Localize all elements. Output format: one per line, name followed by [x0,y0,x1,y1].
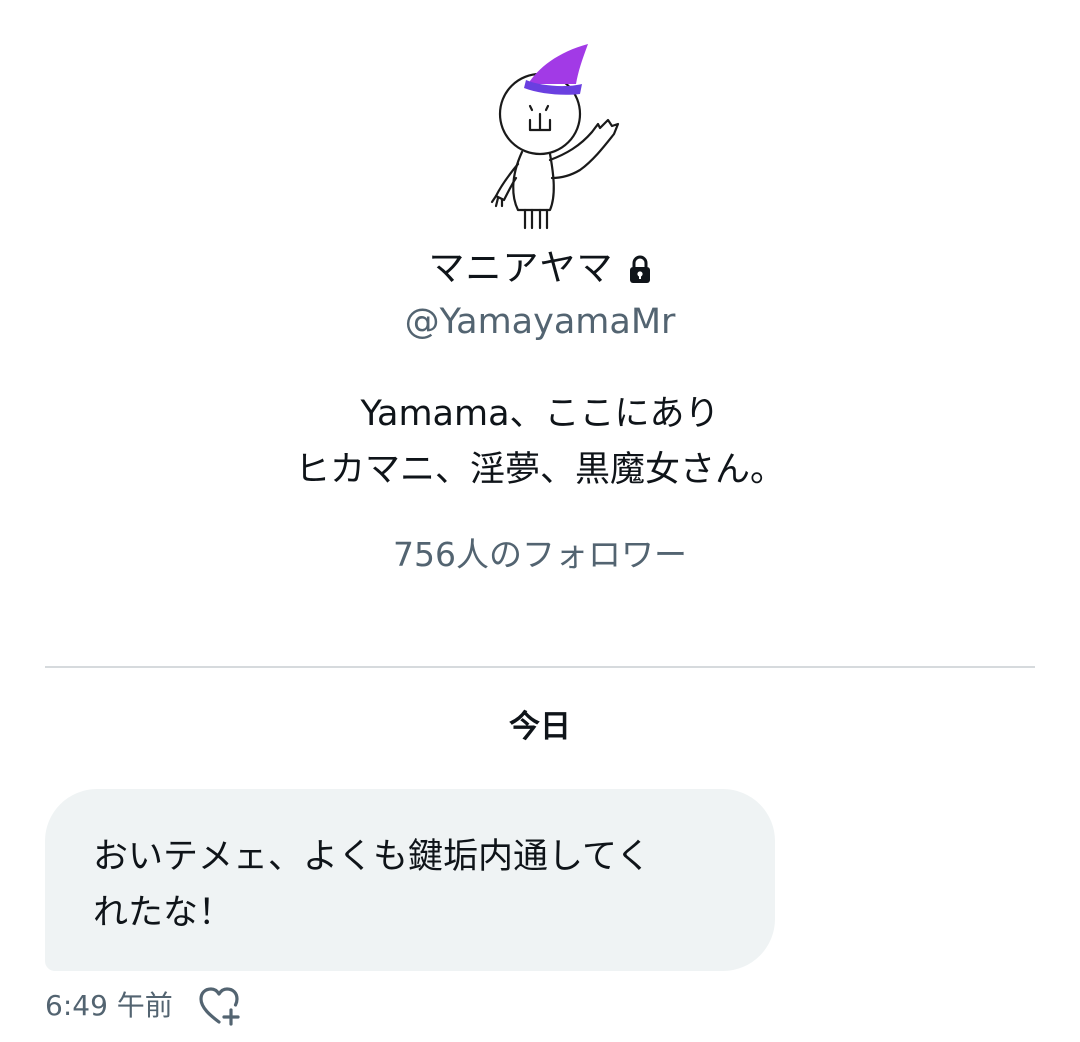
name-row: マニアヤマ [0,244,1080,294]
followers-count[interactable]: 756人のフォロワー [0,530,1080,580]
avatar[interactable] [470,28,650,233]
message-timestamp: 6:49 午前 [45,989,173,1022]
divider [45,666,1035,668]
display-name[interactable]: マニアヤマ [428,244,613,294]
bio-line: Yamama、ここにあり [360,394,720,434]
user-handle[interactable]: @YamayamaMr [0,298,1080,346]
message-bubble[interactable]: おいテメェ、よくも鍵垢内通してく れたな！ [45,789,775,971]
message-meta: 6:49 午前 [45,982,243,1030]
profile-bio: Yamama、ここにあり ヒカマニ、淫夢、黒魔女さん。 [0,386,1080,498]
date-separator: 今日 [509,709,571,745]
lock-icon [629,255,650,283]
heart-plus-icon[interactable] [195,984,243,1028]
message-text: おいテメェ、よくも鍵垢内通してく れたな！ [93,837,651,933]
profile-header: マニアヤマ @YamayamaMr Yamama、ここにあり ヒカマニ、淫夢、黒… [0,0,1080,640]
bio-line: ヒカマニ、淫夢、黒魔女さん。 [294,450,785,490]
